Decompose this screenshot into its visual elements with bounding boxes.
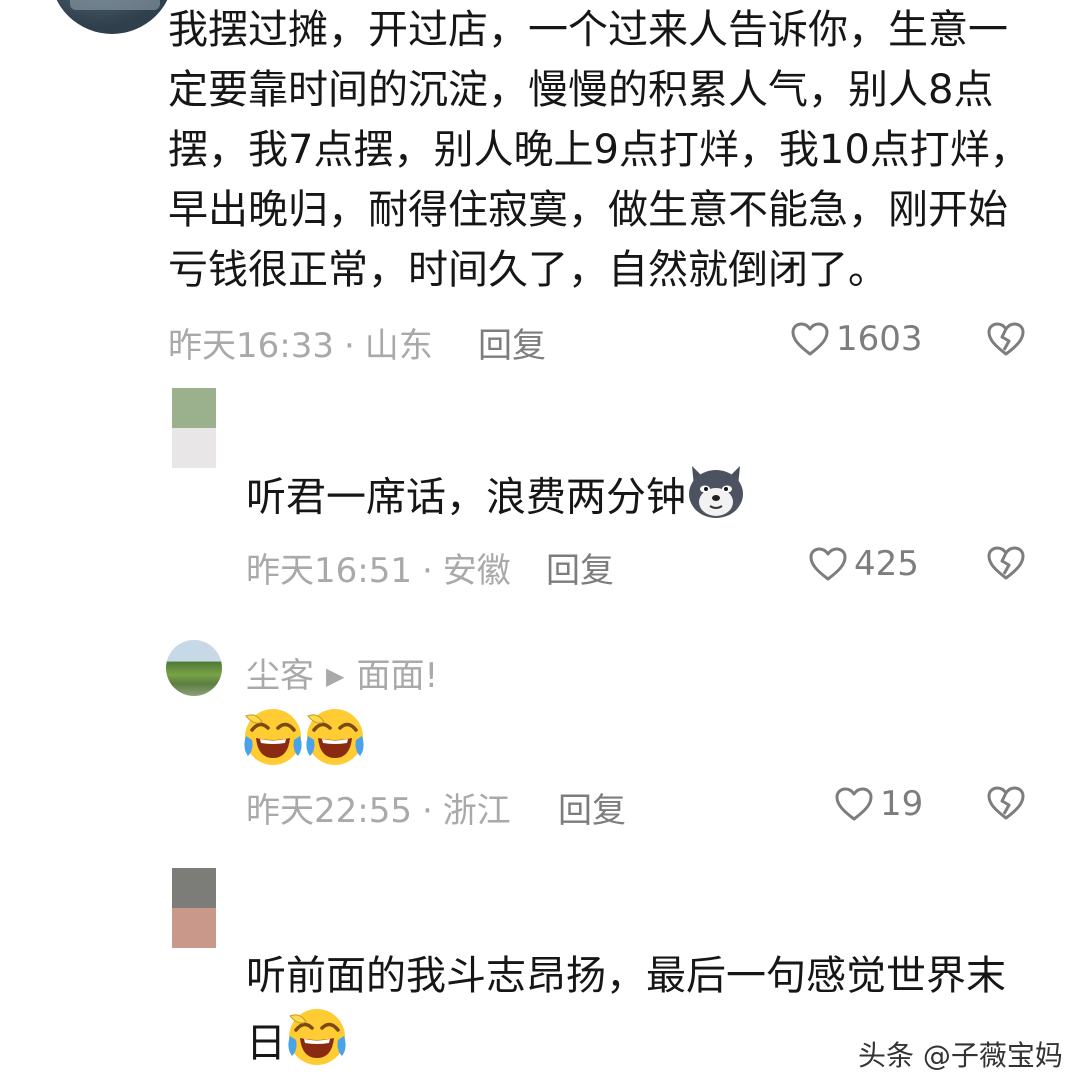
comment-body [242, 706, 366, 772]
comment-location: 浙江 [442, 791, 511, 831]
comment-location: 安徽 [442, 551, 511, 591]
avatar[interactable] [50, 0, 174, 34]
dislike-button[interactable] [986, 320, 1026, 362]
like-count: 19 [880, 784, 924, 824]
reply-header: 尘客 ▶ 面面! [246, 648, 438, 697]
comment-body: 听君一席话，浪费两分钟 [246, 462, 746, 537]
comment-time: 昨天16:33 [168, 326, 334, 366]
comment-meta: 昨天22:55 · 浙江 [246, 783, 511, 832]
laughing-crying-emoji [304, 706, 366, 772]
comment-line: 摆，我7点摆，别人晚上9点打烊，我10点打烊， [168, 127, 1030, 173]
comment-line: 听前面的我斗志昂扬，最后一句感觉世界末 [246, 953, 1006, 999]
comment-text: 听君一席话，浪费两分钟 [246, 474, 686, 521]
watermark: 头条 @子薇宝妈 [858, 1039, 1063, 1072]
laughing-crying-emoji [242, 706, 304, 772]
comment-meta: 昨天16:51 · 安徽 [246, 543, 511, 592]
comment-time: 昨天22:55 [246, 791, 412, 831]
avatar[interactable] [166, 640, 222, 696]
reply-button[interactable]: 回复 [546, 543, 614, 592]
avatar[interactable] [172, 388, 216, 468]
comment-line: 我摆过摊，开过店，一个过来人告诉你，生意一 [168, 7, 1008, 53]
wolf-emoji [686, 462, 746, 537]
avatar[interactable] [172, 868, 216, 948]
broken-heart-icon [987, 546, 1025, 580]
comment-meta: 昨天16:33 · 山东 [168, 318, 433, 367]
comment-line: 定要靠时间的沉淀，慢慢的积累人气，别人8点 [168, 67, 994, 113]
like-count: 1603 [836, 319, 923, 359]
reply-button[interactable]: 回复 [478, 318, 546, 367]
comment-line: 早出晚归，耐得住寂寞，做生意不能急，刚开始 [168, 187, 1008, 233]
like-button[interactable]: 19 [834, 784, 923, 824]
dislike-button[interactable] [986, 544, 1026, 586]
comment-location: 山东 [364, 326, 433, 366]
comment-line: 亏钱很正常，时间久了，自然就倒闭了。 [168, 247, 888, 293]
laughing-crying-emoji [286, 1006, 348, 1085]
reply-button[interactable]: 回复 [558, 783, 626, 832]
dislike-button[interactable] [986, 784, 1026, 826]
broken-heart-icon [987, 786, 1025, 820]
heart-outline-icon [791, 322, 829, 356]
heart-outline-icon [835, 787, 873, 821]
like-count: 425 [854, 544, 919, 584]
separator-dot: · [343, 326, 355, 366]
separator-dot: · [421, 551, 433, 591]
comment-line: 日 [246, 1020, 286, 1067]
reply-to-username[interactable]: 面面! [356, 656, 438, 696]
reply-arrow-icon: ▶ [326, 662, 345, 690]
like-button[interactable]: 1603 [790, 319, 923, 359]
username[interactable]: 尘客 [246, 656, 314, 696]
heart-outline-icon [809, 547, 847, 581]
like-button[interactable]: 425 [808, 544, 919, 584]
broken-heart-icon [987, 322, 1025, 356]
comment-time: 昨天16:51 [246, 551, 412, 591]
comment-body: 我摆过摊，开过店，一个过来人告诉你，生意一 定要靠时间的沉淀，慢慢的积累人气，别… [168, 0, 1048, 300]
separator-dot: · [421, 791, 433, 831]
